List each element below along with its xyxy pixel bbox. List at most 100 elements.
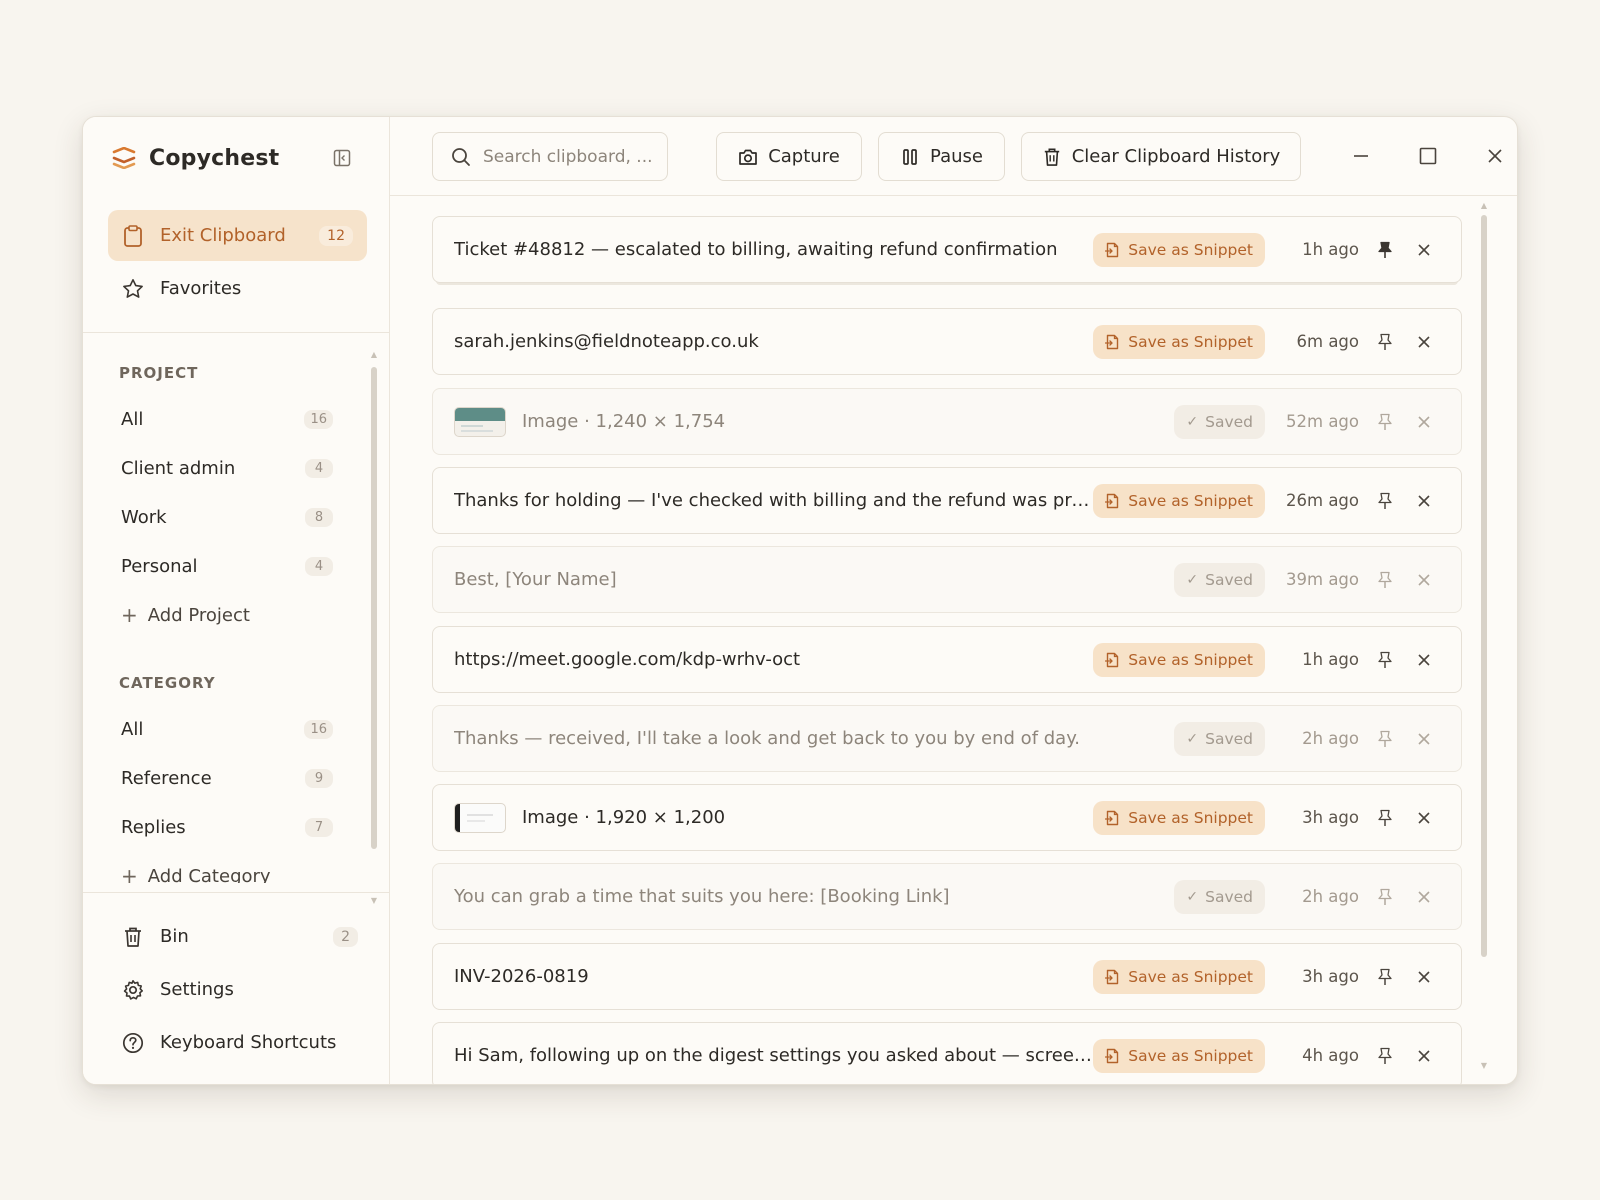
clip-timestamp: 2h ago: [1302, 887, 1359, 906]
pin-icon[interactable]: [1377, 968, 1393, 986]
save-as-snippet-button[interactable]: Save as Snippet: [1093, 642, 1265, 677]
clip-timestamp: 6m ago: [1296, 332, 1360, 351]
search-input[interactable]: [483, 146, 653, 167]
scroll-down-arrow-icon[interactable]: ▼: [370, 897, 378, 905]
project-count: 4: [305, 556, 333, 576]
pin-icon[interactable]: [1377, 413, 1393, 431]
clip-item[interactable]: INV-2026-0819 Save as Snippet 3h ago: [432, 943, 1462, 1010]
pin-icon[interactable]: [1377, 492, 1393, 510]
scrollbar-thumb[interactable]: [1481, 215, 1487, 957]
maximize-icon[interactable]: [1413, 141, 1443, 171]
pin-icon[interactable]: [1377, 1047, 1393, 1065]
nav-exit-clipboard[interactable]: Exit Clipboard 12: [108, 210, 367, 261]
capture-button[interactable]: Capture: [716, 132, 862, 181]
pin-icon[interactable]: [1377, 651, 1393, 669]
delete-clip-icon[interactable]: [1417, 970, 1431, 984]
pin-icon[interactable]: [1377, 333, 1393, 351]
project-label: Personal: [121, 555, 198, 577]
save-snippet-icon: [1105, 493, 1119, 508]
save-snippet-label: Save as Snippet: [1128, 332, 1253, 351]
saved-label: Saved: [1205, 570, 1253, 589]
delete-clip-icon[interactable]: [1417, 811, 1431, 825]
project-item-client-admin[interactable]: Client admin 4: [121, 450, 333, 486]
clipboard-list: Ticket #48812 — escalated to billing, aw…: [432, 216, 1462, 1084]
category-item-all[interactable]: All 16: [121, 711, 333, 747]
delete-clip-icon[interactable]: [1417, 243, 1431, 257]
save-as-snippet-button[interactable]: Save as Snippet: [1093, 1038, 1265, 1073]
save-snippet-label: Save as Snippet: [1128, 967, 1253, 986]
nav-settings[interactable]: Settings: [108, 964, 358, 1015]
delete-clip-icon[interactable]: [1417, 653, 1431, 667]
help-icon: [122, 1032, 144, 1054]
scrollbar-thumb[interactable]: [371, 367, 377, 849]
save-snippet-label: Save as Snippet: [1128, 491, 1253, 510]
project-section-title: PROJECT: [119, 364, 199, 382]
nav-keyboard-shortcuts[interactable]: Keyboard Shortcuts: [108, 1017, 358, 1068]
delete-clip-icon[interactable]: [1417, 415, 1431, 429]
category-count: 16: [304, 719, 333, 739]
save-as-snippet-button[interactable]: Save as Snippet: [1093, 800, 1265, 835]
count-badge: 12: [319, 225, 353, 246]
clip-actions: ✓ Saved 39m ago: [1174, 547, 1461, 612]
save-as-snippet-button[interactable]: Save as Snippet: [1093, 232, 1265, 267]
category-count: 7: [305, 817, 333, 837]
clip-item[interactable]: Best, [Your Name] ✓ Saved 39m ago: [432, 546, 1462, 613]
clip-item[interactable]: https://meet.google.com/kdp-wrhv-oct Save…: [432, 626, 1462, 693]
add-category-button[interactable]: + Add Category: [121, 858, 271, 883]
nav-bin[interactable]: Bin 2: [108, 911, 358, 962]
save-as-snippet-button[interactable]: Save as Snippet: [1093, 483, 1265, 518]
save-as-snippet-button[interactable]: Save as Snippet: [1093, 959, 1265, 994]
saved-badge: ✓ Saved: [1174, 721, 1265, 756]
clip-item[interactable]: Hi Sam, following up on the digest setti…: [432, 1022, 1462, 1084]
clip-item[interactable]: Ticket #48812 — escalated to billing, aw…: [432, 216, 1462, 283]
delete-clip-icon[interactable]: [1417, 335, 1431, 349]
save-as-snippet-button[interactable]: Save as Snippet: [1093, 324, 1265, 359]
scroll-down-arrow-icon[interactable]: ▼: [1479, 1061, 1489, 1071]
clip-timestamp: 4h ago: [1302, 1046, 1359, 1065]
category-item-reference[interactable]: Reference 9: [121, 760, 333, 796]
delete-clip-icon[interactable]: [1417, 573, 1431, 587]
search-box[interactable]: [432, 132, 668, 181]
clip-list-scrollbar[interactable]: ▲ ▼: [1479, 201, 1489, 1071]
delete-clip-icon[interactable]: [1417, 494, 1431, 508]
clip-item[interactable]: Thanks — received, I'll take a look and …: [432, 705, 1462, 772]
project-item-work[interactable]: Work 8: [121, 499, 333, 535]
delete-clip-icon[interactable]: [1417, 732, 1431, 746]
clip-actions: Save as Snippet 6m ago: [1093, 309, 1461, 374]
category-item-replies[interactable]: Replies 7: [121, 809, 333, 845]
pause-button[interactable]: Pause: [878, 132, 1005, 181]
pin-icon[interactable]: [1377, 241, 1393, 259]
clip-item[interactable]: Thanks for holding — I've checked with b…: [432, 467, 1462, 534]
nav-favorites[interactable]: Favorites: [108, 263, 367, 314]
clip-item[interactable]: Image · 1,920 × 1,200 Save as Snippet 3h a…: [432, 784, 1462, 851]
scroll-up-arrow-icon[interactable]: ▲: [1479, 201, 1489, 211]
clip-timestamp: 3h ago: [1302, 808, 1359, 827]
pin-icon[interactable]: [1377, 888, 1393, 906]
add-project-button[interactable]: + Add Project: [121, 597, 250, 633]
delete-clip-icon[interactable]: [1417, 890, 1431, 904]
save-snippet-label: Save as Snippet: [1128, 240, 1253, 259]
nav-label: Keyboard Shortcuts: [160, 1032, 337, 1053]
clip-actions: ✓ Saved 52m ago: [1174, 389, 1461, 454]
check-icon: ✓: [1186, 888, 1199, 905]
add-project-label: Add Project: [147, 604, 250, 626]
clip-actions: ✓ Saved 2h ago: [1174, 706, 1461, 771]
sidebar-scrollbar[interactable]: ▲ ▼: [370, 351, 378, 905]
clip-actions: Save as Snippet 3h ago: [1093, 785, 1461, 850]
saved-label: Saved: [1205, 412, 1253, 431]
sidebar-collapse-icon[interactable]: [333, 149, 351, 167]
project-item-personal[interactable]: Personal 4: [121, 548, 333, 584]
delete-clip-icon[interactable]: [1417, 1049, 1431, 1063]
close-window-icon[interactable]: [1480, 141, 1510, 171]
pause-icon: [900, 147, 920, 167]
pin-icon[interactable]: [1377, 809, 1393, 827]
clip-item[interactable]: sarah.jenkins@fieldnoteapp.co.uk Save as …: [432, 308, 1462, 375]
pin-icon[interactable]: [1377, 730, 1393, 748]
clear-history-button[interactable]: Clear Clipboard History: [1021, 132, 1301, 181]
project-item-all[interactable]: All 16: [121, 401, 333, 437]
minimize-icon[interactable]: [1346, 141, 1376, 171]
scroll-up-arrow-icon[interactable]: ▲: [370, 351, 378, 359]
clip-item[interactable]: Image · 1,240 × 1,754 ✓ Saved 52m ago: [432, 388, 1462, 455]
clip-item[interactable]: You can grab a time that suits you here:…: [432, 863, 1462, 930]
pin-icon[interactable]: [1377, 571, 1393, 589]
